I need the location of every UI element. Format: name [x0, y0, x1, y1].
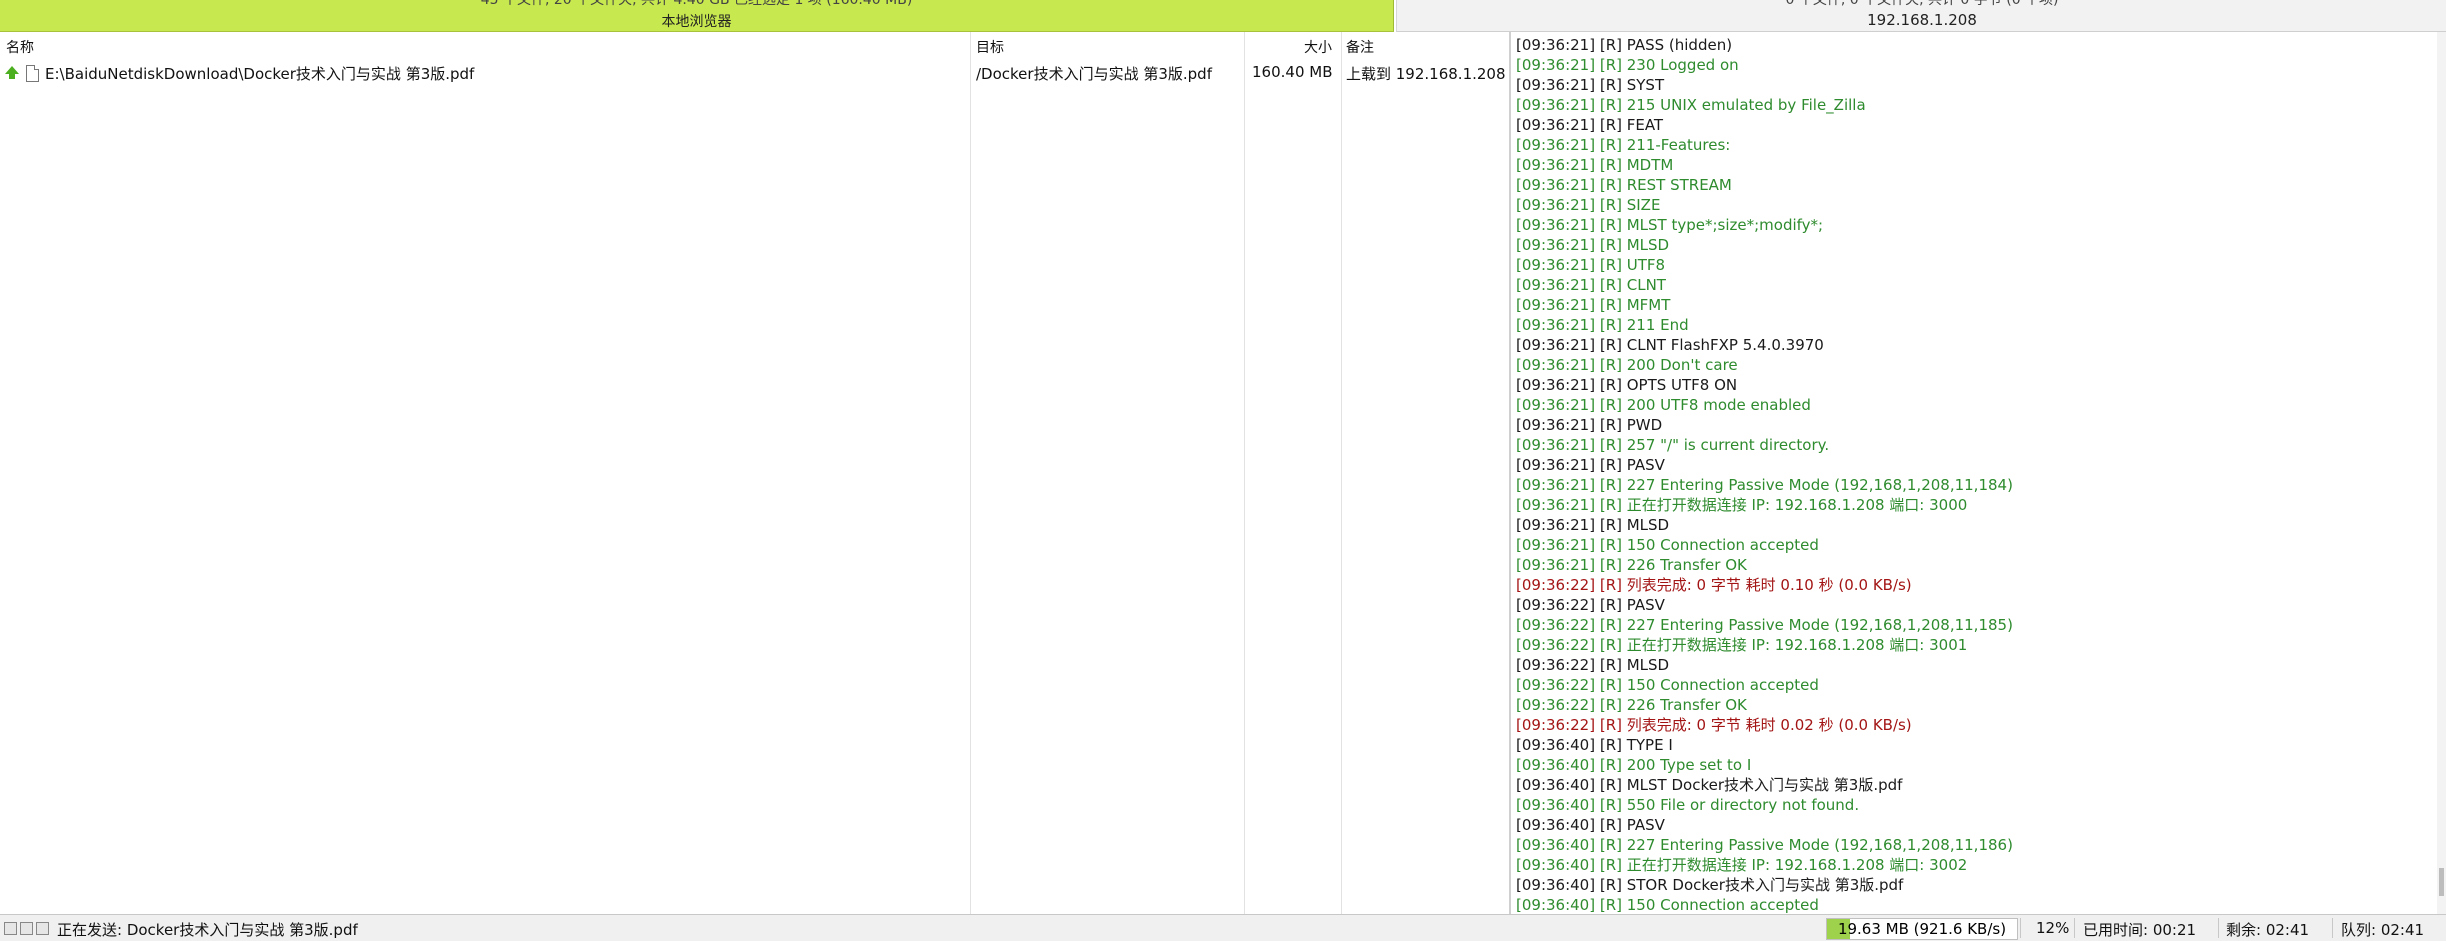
divider	[2074, 918, 2075, 938]
log-line: [09:36:21] [R] 200 UTF8 mode enabled	[1516, 396, 1811, 414]
column-header-name[interactable]: 名称	[6, 37, 34, 57]
log-line: [09:36:21] [R] MFMT	[1516, 296, 1671, 314]
log-line: [09:36:22] [R] 227 Entering Passive Mode…	[1516, 616, 2013, 634]
queue-item-size: 160.40 MB	[1252, 63, 1333, 81]
log-line: [09:36:21] [R] MLSD	[1516, 236, 1670, 254]
log-scrollbar-thumb[interactable]	[2439, 868, 2444, 896]
queue-item-name: E:\BaiduNetdiskDownload\Docker技术入门与实战 第3…	[45, 65, 475, 83]
log-line: [09:36:21] [R] 150 Connection accepted	[1516, 536, 1819, 554]
log-line: [09:36:21] [R] 正在打开数据连接 IP: 192.168.1.20…	[1516, 496, 1968, 514]
log-line: [09:36:21] [R] MDTM	[1516, 156, 1674, 174]
log-line: [09:36:21] [R] REST STREAM	[1516, 176, 1732, 194]
log-line: [09:36:21] [R] MLSD	[1516, 516, 1670, 534]
queue-row[interactable]: E:\BaiduNetdiskDownload\Docker技术入门与实战 第3…	[0, 61, 1508, 85]
log-line: [09:36:22] [R] 列表完成: 0 字节 耗时 0.02 秒 (0.0…	[1516, 716, 1912, 734]
column-divider[interactable]	[1341, 32, 1342, 914]
column-header-size[interactable]: 大小	[1304, 37, 1332, 57]
remote-browser-header[interactable]: 0 个文件, 0 个文件夹, 共计 0 字节 (0 个项) 192.168.1.…	[1396, 0, 2446, 32]
status-icon-3	[36, 922, 49, 935]
status-icon-2	[20, 922, 33, 935]
remaining-time: 剩余: 02:41	[2226, 921, 2310, 939]
log-line: [09:36:40] [R] PASV	[1516, 816, 1665, 834]
elapsed-time: 已用时间: 00:21	[2083, 921, 2197, 939]
local-summary: 45 个文件, 20 个文件夹, 共计 4.40 GB 已经选定 1 项 (16…	[480, 0, 913, 8]
log-line: [09:36:22] [R] 226 Transfer OK	[1516, 696, 1747, 714]
file-icon	[26, 65, 39, 82]
log-line: [09:36:21] [R] 257 "/" is current direct…	[1516, 436, 1830, 454]
log-line: [09:36:22] [R] 列表完成: 0 字节 耗时 0.10 秒 (0.0…	[1516, 576, 1912, 594]
log-line: [09:36:21] [R] MLST type*;size*;modify*;	[1516, 216, 1824, 234]
log-line: [09:36:21] [R] CLNT FlashFXP 5.4.0.3970	[1516, 336, 1824, 354]
log-line: [09:36:21] [R] OPTS UTF8 ON	[1516, 376, 1738, 394]
log-line: [09:36:40] [R] 227 Entering Passive Mode…	[1516, 836, 2013, 854]
transfer-queue[interactable]: 名称 目标 大小 备注 E:\BaiduNetdiskDownload\Dock…	[0, 32, 1508, 914]
remote-host-title: 192.168.1.208	[1867, 11, 1977, 29]
log-line: [09:36:21] [R] 230 Logged on	[1516, 56, 1739, 74]
panel-headers: 45 个文件, 20 个文件夹, 共计 4.40 GB 已经选定 1 项 (16…	[0, 0, 2446, 32]
column-divider[interactable]	[970, 32, 971, 914]
log-line: [09:36:40] [R] 正在打开数据连接 IP: 192.168.1.20…	[1516, 856, 1968, 874]
log-line: [09:36:21] [R] 211 End	[1516, 316, 1689, 334]
log-line: [09:36:21] [R] 227 Entering Passive Mode…	[1516, 476, 2013, 494]
column-header-target[interactable]: 目标	[976, 37, 1004, 57]
log-line: [09:36:21] [R] PASV	[1516, 456, 1665, 474]
sending-status: 正在发送: Docker技术入门与实战 第3版.pdf	[57, 921, 358, 939]
log-line: [09:36:21] [R] 226 Transfer OK	[1516, 556, 1747, 574]
log-line: [09:36:40] [R] 550 File or directory not…	[1516, 796, 1860, 814]
log-line: [09:36:21] [R] SIZE	[1516, 196, 1661, 214]
log-line: [09:36:21] [R] CLNT	[1516, 276, 1666, 294]
column-header-note[interactable]: 备注	[1346, 37, 1374, 57]
log-line: [09:36:21] [R] 200 Don't care	[1516, 356, 1738, 374]
column-divider[interactable]	[1244, 32, 1245, 914]
log-line: [09:36:40] [R] STOR Docker技术入门与实战 第3版.pd…	[1516, 876, 1904, 894]
remote-summary: 0 个文件, 0 个文件夹, 共计 0 字节 (0 个项)	[1785, 0, 2059, 8]
transferred-amount: 19.63 MB (921.6 KB/s)	[1837, 920, 2007, 938]
log-line: [09:36:21] [R] PASS (hidden)	[1516, 36, 1733, 54]
log-line: [09:36:22] [R] 150 Connection accepted	[1516, 676, 1819, 694]
status-icon-1	[4, 922, 17, 935]
log-line: [09:36:22] [R] 正在打开数据连接 IP: 192.168.1.20…	[1516, 636, 1968, 654]
log-line: [09:36:21] [R] PWD	[1516, 416, 1663, 434]
local-browser-header[interactable]: 45 个文件, 20 个文件夹, 共计 4.40 GB 已经选定 1 项 (16…	[0, 0, 1394, 32]
transfer-progress-bar: 19.63 MB (921.6 KB/s)	[1826, 918, 2018, 940]
log-line: [09:36:21] [R] 211-Features:	[1516, 136, 1731, 154]
log-line: [09:36:22] [R] PASV	[1516, 596, 1665, 614]
log-line: [09:36:21] [R] 215 UNIX emulated by File…	[1516, 96, 1866, 114]
divider	[2020, 918, 2021, 938]
percent-complete: 12%	[2036, 919, 2070, 937]
queue-item-target: /Docker技术入门与实战 第3版.pdf	[976, 65, 1212, 83]
divider	[2332, 918, 2333, 938]
status-bar: 正在发送: Docker技术入门与实战 第3版.pdf 19.63 MB (92…	[0, 914, 2446, 941]
divider	[2218, 918, 2219, 938]
log-line: [09:36:40] [R] MLST Docker技术入门与实战 第3版.pd…	[1516, 776, 1903, 794]
log-line: [09:36:21] [R] UTF8	[1516, 256, 1666, 274]
session-log[interactable]: [09:36:21] [R] PASS (hidden) [09:36:21] […	[1509, 32, 2439, 914]
local-browser-title: 本地浏览器	[661, 14, 732, 30]
log-line: [09:36:21] [R] FEAT	[1516, 116, 1664, 134]
log-scrollbar[interactable]	[2437, 32, 2446, 914]
queue-time: 队列: 02:41	[2341, 921, 2425, 939]
log-line: [09:36:40] [R] TYPE I	[1516, 736, 1673, 754]
queue-item-note: 上载到 192.168.1.208	[1346, 65, 1506, 83]
log-line: [09:36:21] [R] SYST	[1516, 76, 1665, 94]
log-line: [09:36:40] [R] 150 Connection accepted	[1516, 896, 1819, 914]
log-line: [09:36:40] [R] 200 Type set to I	[1516, 756, 1752, 774]
log-line: [09:36:22] [R] MLSD	[1516, 656, 1670, 674]
